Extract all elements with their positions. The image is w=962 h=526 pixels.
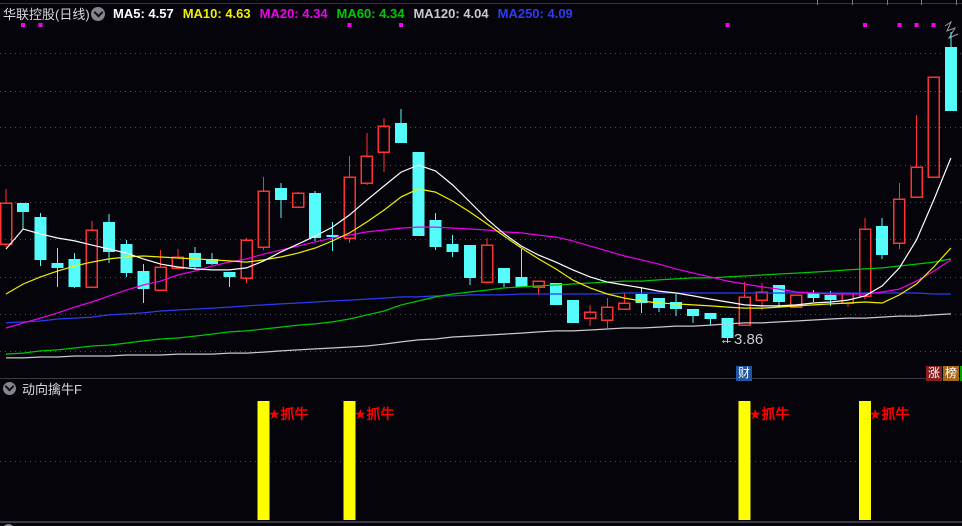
indicator-title: 动向擒牛F [22, 381, 82, 397]
catch-bull-signal-label: ★抓牛 [268, 406, 309, 422]
board-badge[interactable]: 榜 [943, 366, 959, 381]
catch-bull-signal-label: ★抓牛 [354, 406, 395, 422]
ma-legend-item-ma120: MA120: 4.04 [413, 6, 489, 21]
ma-legend-item-ma250: MA250: 4.09 [497, 6, 573, 21]
ma-legend-item-ma20: MA20: 4.34 [259, 6, 328, 21]
indicator-panel-header: 动向擒牛F [3, 380, 82, 397]
annotation-squiggle [944, 20, 959, 40]
stock-title: 华联控股(日线) [3, 7, 90, 22]
catch-bull-signal-label: ★抓牛 [869, 406, 910, 422]
ma-line-ma10 [5, 188, 952, 309]
catch-bull-signal-label: ★抓牛 [749, 406, 790, 422]
ma-legend-item-ma10: MA10: 4.63 [182, 6, 251, 21]
ma-legend-item-ma60: MA60: 4.34 [336, 6, 405, 21]
collapse-chevron-icon[interactable] [91, 6, 105, 21]
ma-line-ma120 [6, 313, 951, 359]
ma-lines-layer [5, 157, 952, 359]
collapse-chevron-icon[interactable] [3, 381, 16, 395]
candlestick-layer [0, 32, 957, 344]
main-chart-header: 华联控股(日线) MA5: 4.57 MA10: 4.63 MA20: 4.34 MA… [3, 0, 582, 27]
panel-separators [0, 378, 962, 523]
low-price-label: ←3.86 [719, 331, 764, 348]
ma-legend-item-ma5: MA5: 4.57 [113, 6, 174, 21]
ma-legend: MA5: 4.57 MA10: 4.63 MA20: 4.34 MA60: 4.34 M… [113, 6, 582, 21]
rise-badge[interactable]: 涨 [926, 366, 942, 381]
finance-badge[interactable]: 财 [736, 366, 752, 381]
chart-canvas[interactable] [0, 0, 962, 526]
stock-chart-window: 华联控股(日线) MA5: 4.57 MA10: 4.63 MA20: 4.34 MA… [0, 0, 962, 526]
